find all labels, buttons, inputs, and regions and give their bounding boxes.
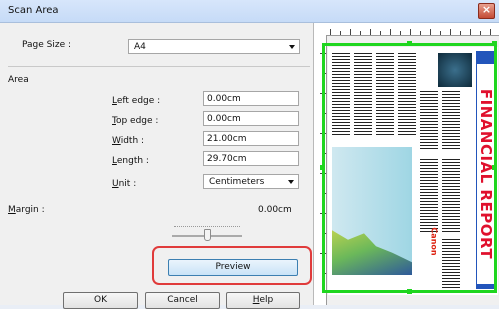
scan-selection-frame[interactable] (322, 43, 497, 293)
length-input[interactable]: 29.70cm (203, 151, 299, 166)
unit-label: Unit : (112, 179, 137, 189)
top-edge-input[interactable]: 0.00cm (203, 111, 299, 126)
area-label: Area (8, 75, 29, 85)
title-bar: Scan Area × (0, 0, 499, 23)
selection-handle-left[interactable] (320, 165, 325, 170)
width-label: Width : (112, 136, 145, 146)
chevron-down-icon (289, 45, 295, 49)
window-title: Scan Area (8, 5, 59, 16)
help-button[interactable]: Help (226, 292, 300, 309)
left-edge-input[interactable]: 0.00cm (203, 91, 299, 106)
left-edge-label: Left edge : (112, 96, 161, 106)
width-input[interactable]: 21.00cm (203, 131, 299, 146)
preview-pane: Canon FINANCIAL REPORT (313, 23, 499, 305)
selection-handle-bottom[interactable] (407, 289, 412, 294)
margin-value: 0.00cm (258, 205, 292, 215)
margin-label: Margin : (8, 205, 45, 215)
unit-value: Centimeters (209, 177, 265, 187)
page-size-label: Page Size : (22, 40, 72, 50)
length-label: Length : (112, 156, 149, 166)
margin-slider-thumb[interactable] (204, 229, 211, 241)
close-icon[interactable]: × (478, 3, 495, 19)
selection-handle-top[interactable] (407, 41, 412, 46)
ok-button[interactable]: OK (63, 292, 138, 309)
top-edge-label: Top edge : (112, 116, 159, 126)
preview-button[interactable]: Preview (168, 259, 298, 276)
selection-handle-top-right[interactable] (492, 41, 497, 46)
chevron-down-icon (288, 180, 294, 184)
selection-handle-right[interactable] (492, 165, 497, 170)
cancel-button[interactable]: Cancel (145, 292, 220, 309)
page-size-select[interactable]: A4 (128, 39, 300, 54)
top-ruler (314, 23, 499, 36)
page-size-value: A4 (134, 42, 146, 52)
settings-panel: Page Size : A4 Area Left edge : 0.00cm T… (0, 23, 313, 309)
scan-area-dialog: Scan Area × Page Size : A4 Area Left edg… (0, 0, 499, 309)
unit-select[interactable]: Centimeters (203, 174, 299, 189)
area-divider (8, 66, 310, 67)
